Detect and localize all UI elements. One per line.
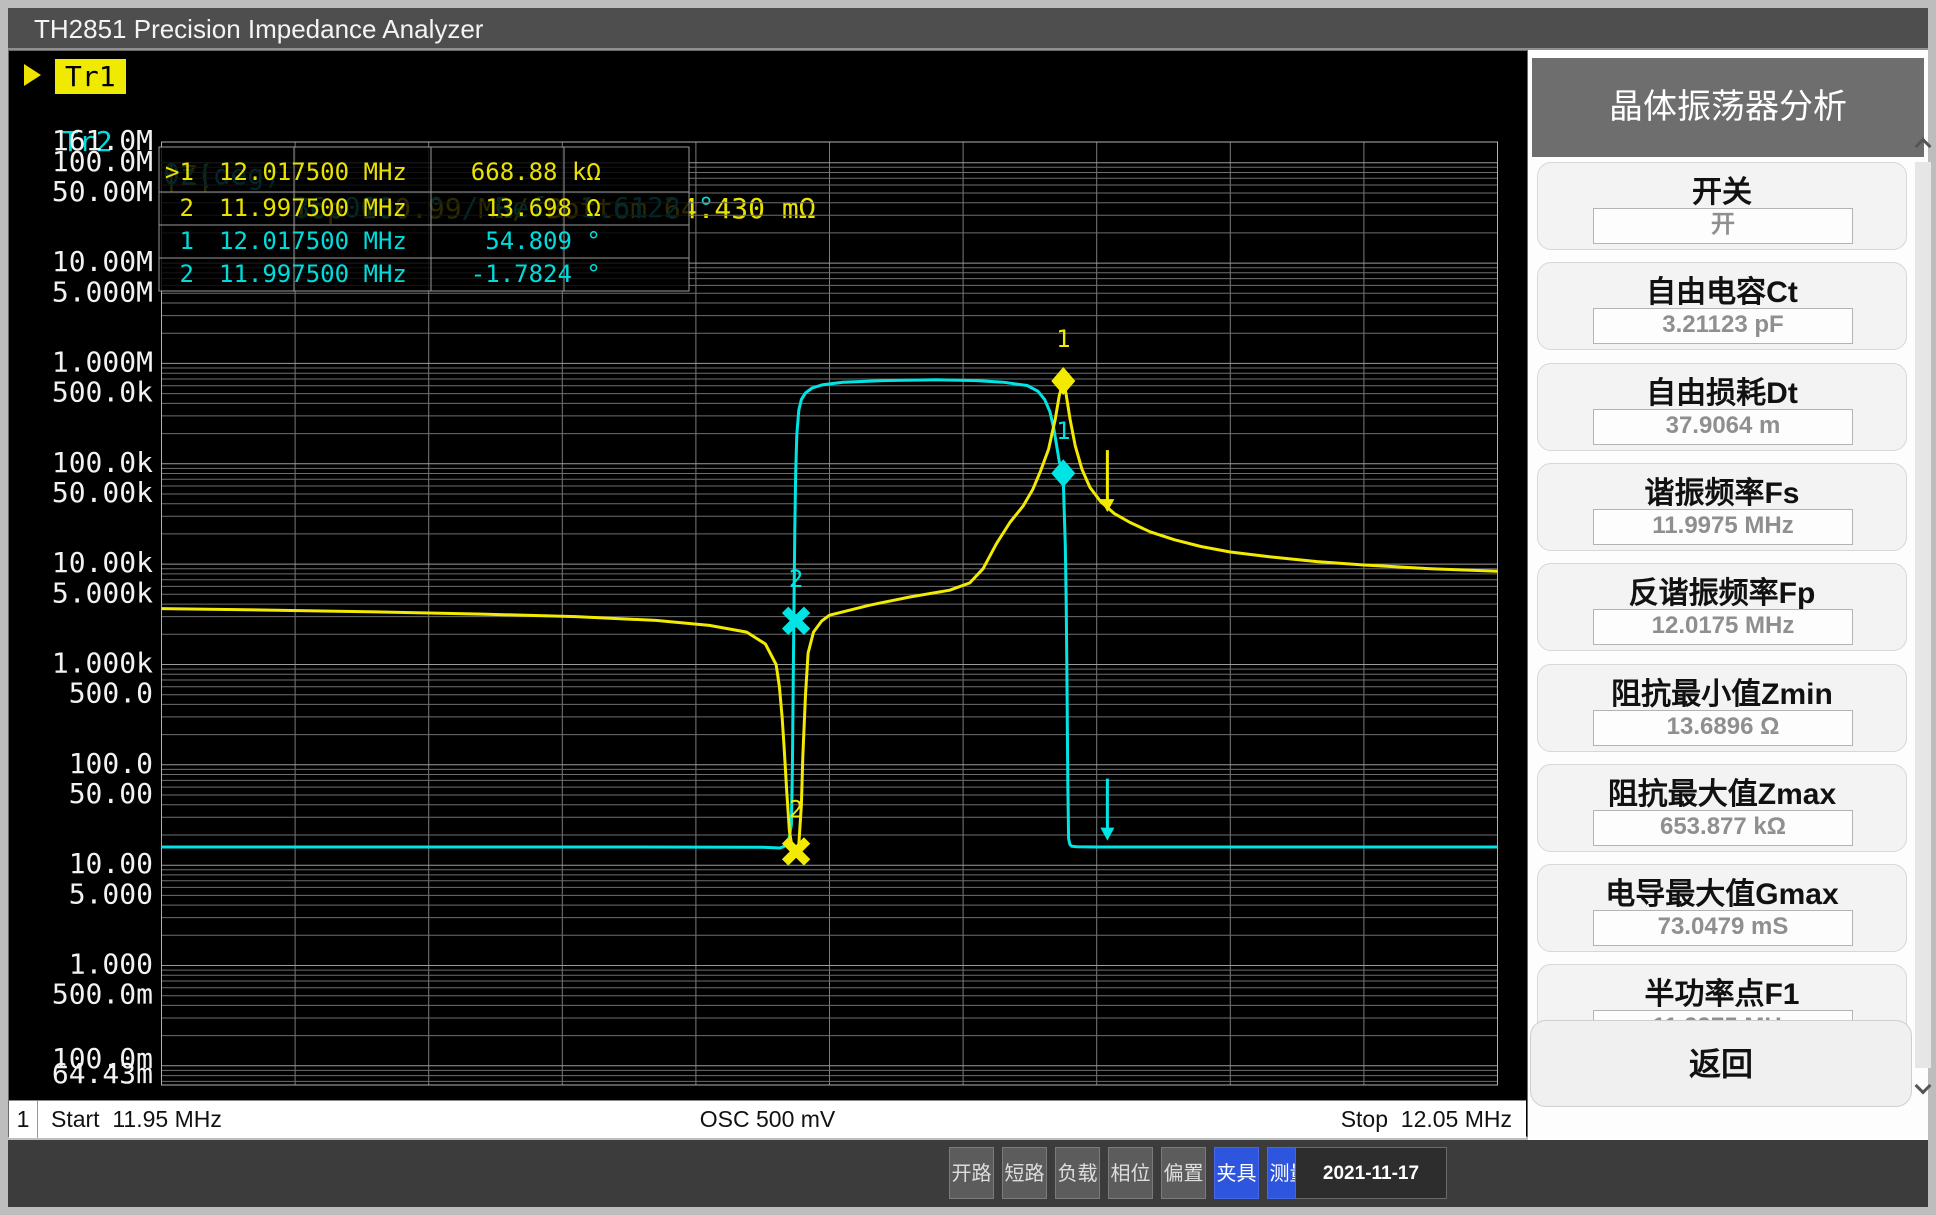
crystal-analysis-panel: 晶体振荡器分析 开关开自由电容Ct3.21123 pF 自由损耗Dt37.9064…	[1528, 50, 1928, 1140]
active-trace-cursor-icon	[24, 64, 41, 86]
card-label: 电导最大值Gmax	[1538, 869, 1906, 913]
sweep-stop[interactable]: Stop 12.05 MHz	[1341, 1101, 1512, 1138]
back-button[interactable]: 返回	[1530, 1020, 1912, 1107]
toolbar-button-6[interactable]: 夹具	[1214, 1147, 1259, 1199]
marker-table-row: >1 12.017500 MHz 668.88 kΩ	[165, 158, 601, 186]
panel-card-4[interactable]: 谐振频率Fs11.9975 MHz	[1537, 463, 1907, 551]
calibration-buttons: 开路短路负载相位偏置夹具测量	[949, 1147, 1312, 1199]
card-value[interactable]: 37.9064 m	[1593, 409, 1853, 445]
sweep-status-bar: 1 Start 11.95 MHz OSC 500 mV Stop 12.05 …	[9, 1100, 1526, 1138]
panel-card-5[interactable]: 反谐振频率Fp12.0175 MHz	[1537, 563, 1907, 651]
trace1-name[interactable]: Tr1	[55, 59, 126, 94]
clock: 2021-11-17 15:53:20	[1295, 1147, 1447, 1199]
card-label: 开关	[1538, 167, 1906, 211]
marker-idx: 1	[165, 227, 195, 255]
card-label: 谐振频率Fs	[1538, 468, 1906, 512]
panel-card-2[interactable]: 自由电容Ct3.21123 pF	[1537, 262, 1907, 350]
trace2-header[interactable]: Tr2 θz(deg) 36.000 ° / Ref 1.6122 °	[0, 92, 1520, 124]
marker-value: 13.698 Ω	[431, 194, 601, 222]
marker-idx: 2	[165, 194, 195, 222]
trace2-name[interactable]: Tr2	[62, 125, 113, 158]
card-value[interactable]: 653.877 kΩ	[1593, 810, 1853, 846]
marker-value: -1.7824 °	[431, 260, 601, 288]
marker-value: 54.809 °	[431, 227, 601, 255]
panel-title: 晶体振荡器分析	[1532, 58, 1924, 157]
toolbar-button-4[interactable]: 相位	[1108, 1147, 1153, 1199]
panel-card-6[interactable]: 阻抗最小值Zmin13.6896 Ω	[1537, 664, 1907, 752]
card-label: 阻抗最大值Zmax	[1538, 769, 1906, 813]
title-bar: TH2851 Precision Impedance Analyzer	[8, 8, 1928, 50]
card-label: 反谐振频率Fp	[1538, 568, 1906, 612]
card-label: 自由损耗Dt	[1538, 368, 1906, 412]
marker-freq: 12.017500 MHz	[219, 227, 407, 255]
card-label: 阻抗最小值Zmin	[1538, 669, 1906, 713]
osc-level[interactable]: OSC 500 mV	[9, 1101, 1526, 1138]
card-value[interactable]: 3.21123 pF	[1593, 308, 1853, 344]
window-title: TH2851 Precision Impedance Analyzer	[34, 14, 483, 44]
panel-scrollbar[interactable]	[1915, 162, 1931, 1068]
bottom-toolbar: 开路短路负载相位偏置夹具测量 2021-11-17 15:53:20	[8, 1140, 1928, 1207]
marker-freq: 12.017500 MHz	[219, 158, 407, 186]
marker-table-row: 2 11.997500 MHz -1.7824 °	[165, 260, 601, 288]
card-value[interactable]: 开	[1593, 208, 1853, 244]
card-value[interactable]: 13.6896 Ω	[1593, 710, 1853, 746]
toolbar-button-1[interactable]: 开路	[949, 1147, 994, 1199]
scroll-down-icon[interactable]	[1915, 1078, 1932, 1095]
panel-card-1[interactable]: 开关开	[1537, 162, 1907, 250]
trace1-header[interactable]: Tr1 |Z| Top 160.99 MΩ/ Bottom 64.430 mΩ	[0, 60, 1520, 92]
panel-card-8[interactable]: 电导最大值Gmax73.0479 mS	[1537, 864, 1907, 952]
card-label: 半功率点F1	[1538, 969, 1906, 1013]
marker-freq: 11.997500 MHz	[219, 260, 407, 288]
card-value[interactable]: 12.0175 MHz	[1593, 609, 1853, 645]
toolbar-button-2[interactable]: 短路	[1002, 1147, 1047, 1199]
toolbar-button-3[interactable]: 负载	[1055, 1147, 1100, 1199]
marker-idx: 2	[165, 260, 195, 288]
toolbar-button-5[interactable]: 偏置	[1161, 1147, 1206, 1199]
marker-table-row: 1 12.017500 MHz 54.809 °	[165, 227, 601, 255]
panel-card-7[interactable]: 阻抗最大值Zmax653.877 kΩ	[1537, 764, 1907, 852]
marker-idx: >1	[165, 158, 195, 186]
marker-value: 668.88 kΩ	[431, 158, 601, 186]
marker-freq: 11.997500 MHz	[219, 194, 407, 222]
marker-table-row: 2 11.997500 MHz 13.698 Ω	[165, 194, 601, 222]
analyzer-window: TH2851 Precision Impedance Analyzer Tr1 …	[0, 0, 1936, 1215]
card-value[interactable]: 73.0479 mS	[1593, 910, 1853, 946]
panel-card-3[interactable]: 自由损耗Dt37.9064 m	[1537, 363, 1907, 451]
card-label: 自由电容Ct	[1538, 267, 1906, 311]
card-value[interactable]: 11.9975 MHz	[1593, 509, 1853, 545]
